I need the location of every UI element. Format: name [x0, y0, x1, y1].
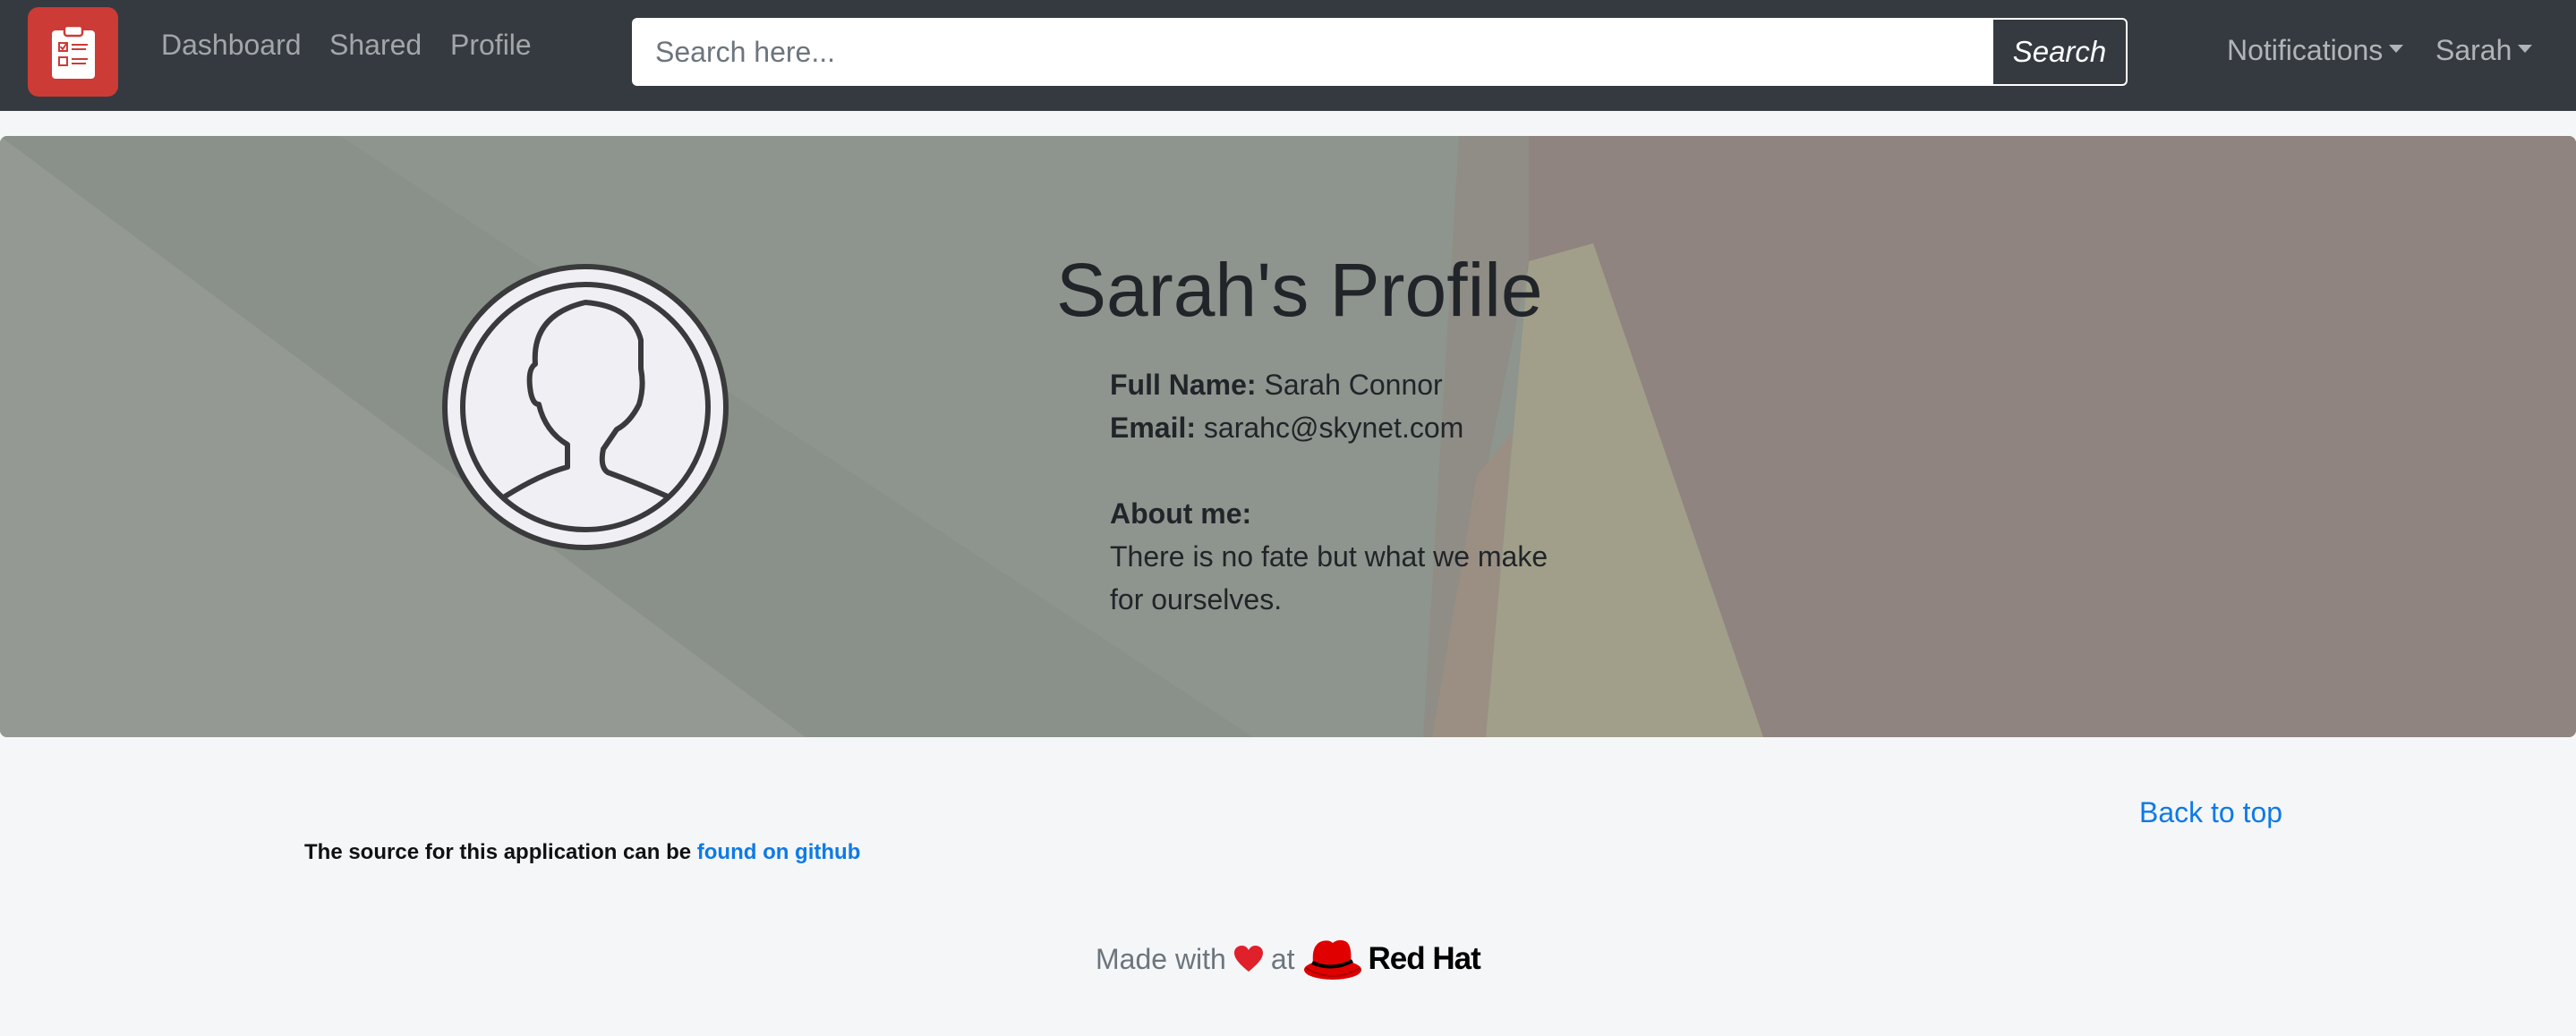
email-label: Email: [1110, 412, 1197, 444]
redhat-logo: Red Hat [1302, 936, 1481, 982]
made-at-text: at [1270, 942, 1295, 975]
user-menu-dropdown[interactable]: Sarah [2435, 32, 2533, 68]
caret-down-icon [2389, 44, 2404, 53]
nav-link-profile[interactable]: Profile [450, 27, 532, 63]
user-avatar-icon [442, 264, 729, 550]
full-name-value: Sarah Connor [1264, 369, 1443, 401]
back-to-top-link[interactable]: Back to top [2139, 794, 2282, 830]
full-name-label: Full Name: [1110, 369, 1257, 401]
nav-link-dashboard[interactable]: Dashboard [161, 27, 302, 63]
github-link[interactable]: found on github [697, 840, 861, 864]
redhat-wordmark: Red Hat [1368, 941, 1481, 976]
notifications-label: Notifications [2227, 34, 2384, 66]
made-with-footer: Made with at Red Hat [1096, 936, 1481, 982]
brand-logo-link[interactable] [28, 7, 118, 97]
notifications-dropdown[interactable]: Notifications [2227, 32, 2404, 68]
source-text: The source for this application can be [304, 840, 692, 864]
clipboard-icon [51, 24, 95, 79]
user-menu-label: Sarah [2435, 34, 2512, 66]
heart-icon [1233, 945, 1264, 973]
about-label: About me: [1110, 497, 1252, 530]
redhat-fedora-icon [1303, 939, 1361, 980]
made-with-text: Made with [1096, 942, 1226, 975]
full-name-row: Full Name: Sarah Connor [1110, 363, 1575, 406]
profile-title: Sarah's Profile [1056, 248, 1543, 332]
search-button[interactable]: Search [1992, 18, 2128, 86]
top-navbar: Dashboard Shared Profile Search Notifica… [0, 0, 2576, 111]
profile-hero: Sarah's Profile Full Name: Sarah Connor … [0, 136, 2576, 737]
about-text: There is no fate but what we make for ou… [1110, 535, 1575, 621]
about-text-line: for ourselves. [1110, 583, 1283, 616]
about-text-line: There is no fate but what we make [1110, 540, 1548, 573]
email-value: sarahc@skynet.com [1203, 412, 1464, 444]
nav-link-shared[interactable]: Shared [329, 27, 422, 63]
source-note: The source for this application can be f… [304, 839, 860, 866]
caret-down-icon [2518, 44, 2533, 53]
email-row: Email: sarahc@skynet.com [1110, 406, 1575, 449]
search-input[interactable] [632, 18, 1992, 86]
profile-details: Full Name: Sarah Connor Email: sarahc@sk… [1110, 363, 1575, 621]
